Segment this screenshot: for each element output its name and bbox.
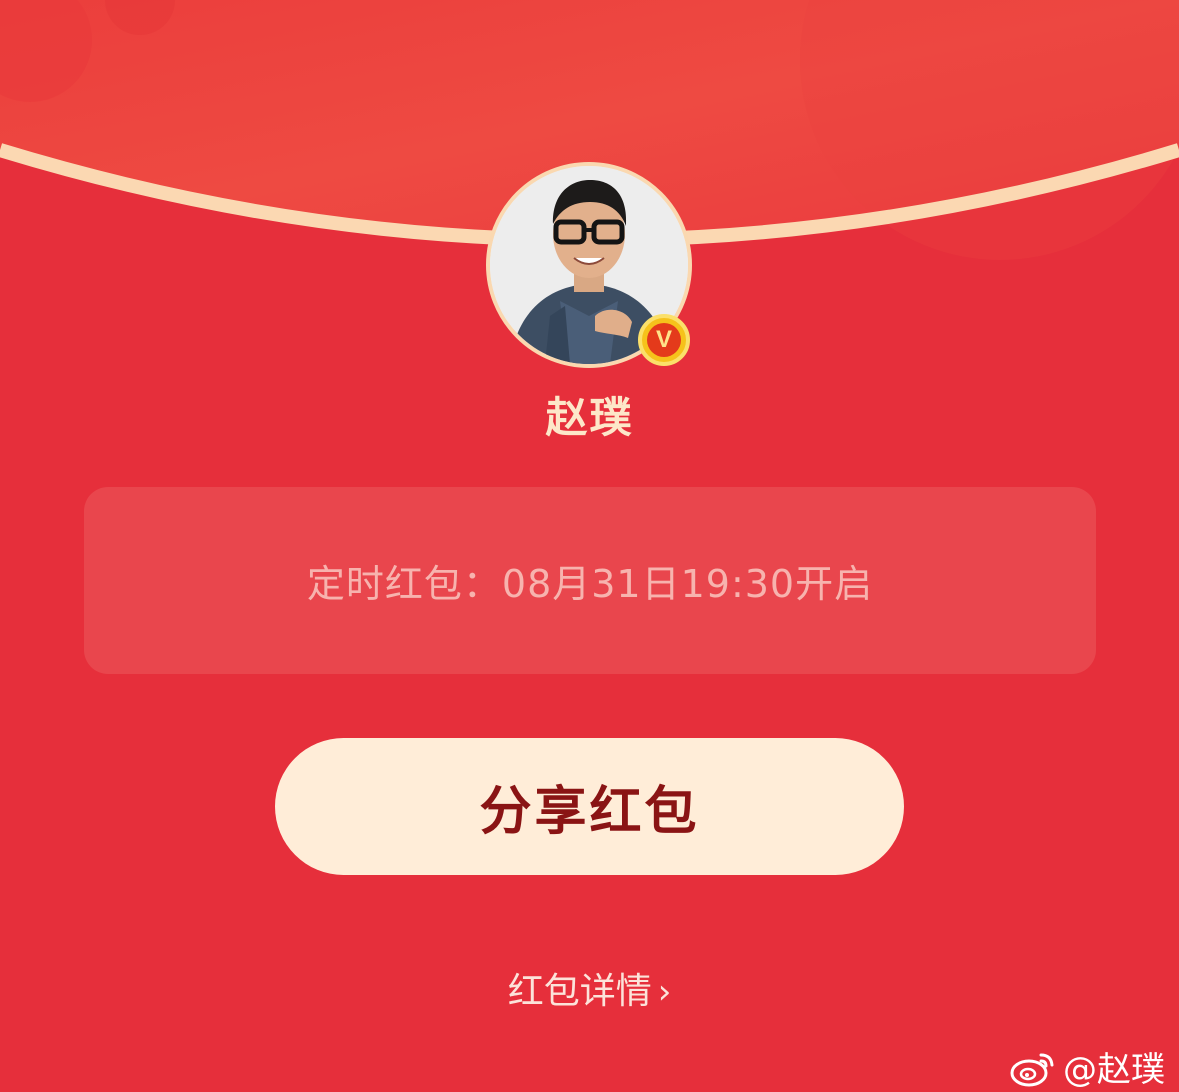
weibo-icon xyxy=(1010,1053,1054,1086)
timer-text: 定时红包：08月31日19:30开启 xyxy=(306,562,874,606)
share-button-label: 分享红包 xyxy=(479,783,700,841)
verified-v-icon: V xyxy=(638,314,690,366)
user-name: 赵璞 xyxy=(545,393,634,442)
watermark-text: @赵璞 xyxy=(1063,1050,1165,1090)
weibo-watermark: @赵璞 xyxy=(1009,1042,1165,1091)
red-packet-details-link[interactable]: 红包详情 › xyxy=(0,962,1179,1014)
chevron-right-icon: › xyxy=(657,972,672,1012)
avatar-container[interactable]: V xyxy=(486,162,692,368)
red-packet-page: V 赵璞 定时红包：08月31日19:30开启 分享红包 红包详情 › @赵璞 xyxy=(0,0,1179,1092)
details-link-label: 红包详情 xyxy=(507,971,652,1012)
share-red-packet-button[interactable]: 分享红包 xyxy=(275,738,904,875)
timer-info-box: 定时红包：08月31日19:30开启 xyxy=(84,487,1096,674)
